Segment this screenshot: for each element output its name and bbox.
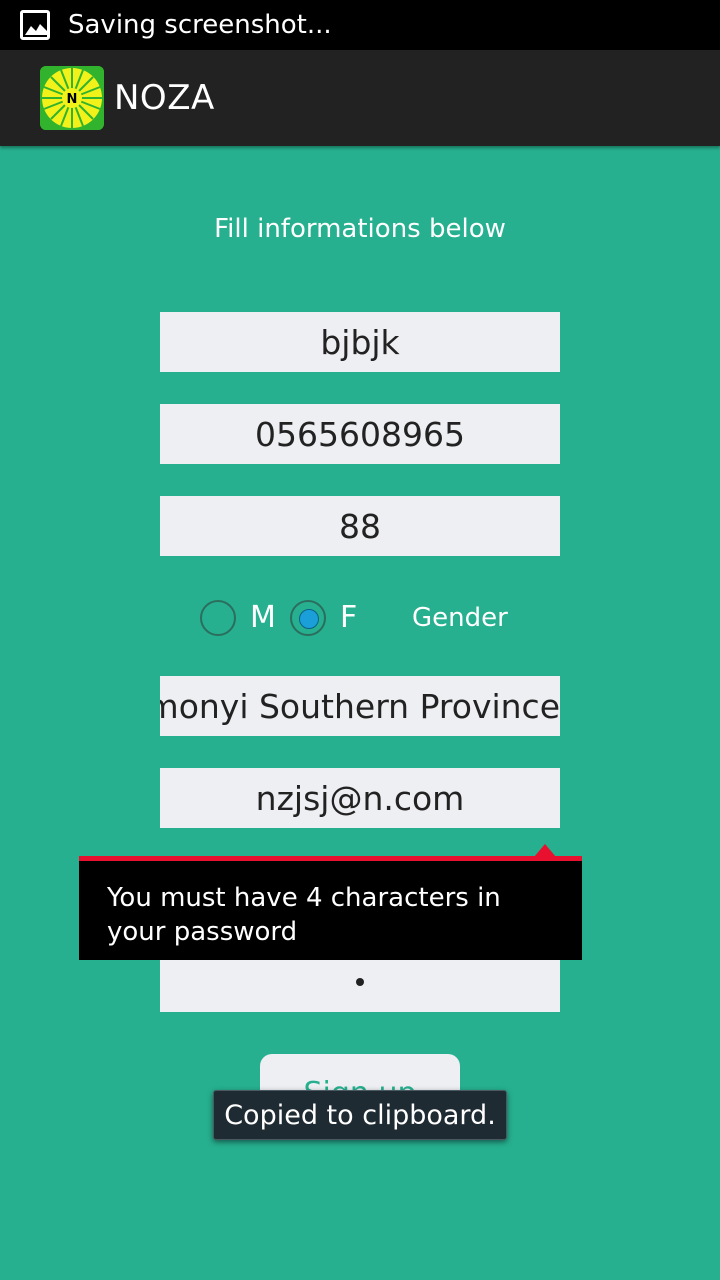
gender-label-f[interactable]: F <box>340 598 357 638</box>
address-input[interactable]: monyi Southern Province <box>160 676 560 736</box>
name-input[interactable]: bjbjk <box>160 312 560 372</box>
age-input[interactable]: 88 <box>160 496 560 556</box>
email-input[interactable]: nzjsj@n.com <box>160 768 560 828</box>
gender-label: Gender <box>412 603 508 633</box>
status-notification-text: Saving screenshot... <box>68 10 332 40</box>
password-mask-dot <box>356 978 364 986</box>
app-title: NOZA <box>114 78 215 118</box>
address-value: monyi Southern Province <box>160 686 560 726</box>
logo-letter: N <box>67 92 78 107</box>
gender-radio-f[interactable] <box>290 600 326 636</box>
status-bar: Saving screenshot... <box>0 0 720 50</box>
gender-label-m[interactable]: M <box>250 598 276 638</box>
gender-radio-m[interactable] <box>200 600 236 636</box>
action-bar: N NOZA <box>0 50 720 146</box>
gender-radio-group: M F Gender <box>200 598 530 638</box>
clipboard-toast: Copied to clipboard. <box>213 1090 507 1140</box>
image-icon <box>20 10 50 40</box>
password-error-popup: You must have 4 characters in your passw… <box>79 856 582 960</box>
phone-input[interactable]: 0565608965 <box>160 404 560 464</box>
noza-logo-icon: N <box>40 66 104 130</box>
password-input[interactable] <box>160 952 560 1012</box>
form-instruction: Fill informations below <box>214 214 506 244</box>
